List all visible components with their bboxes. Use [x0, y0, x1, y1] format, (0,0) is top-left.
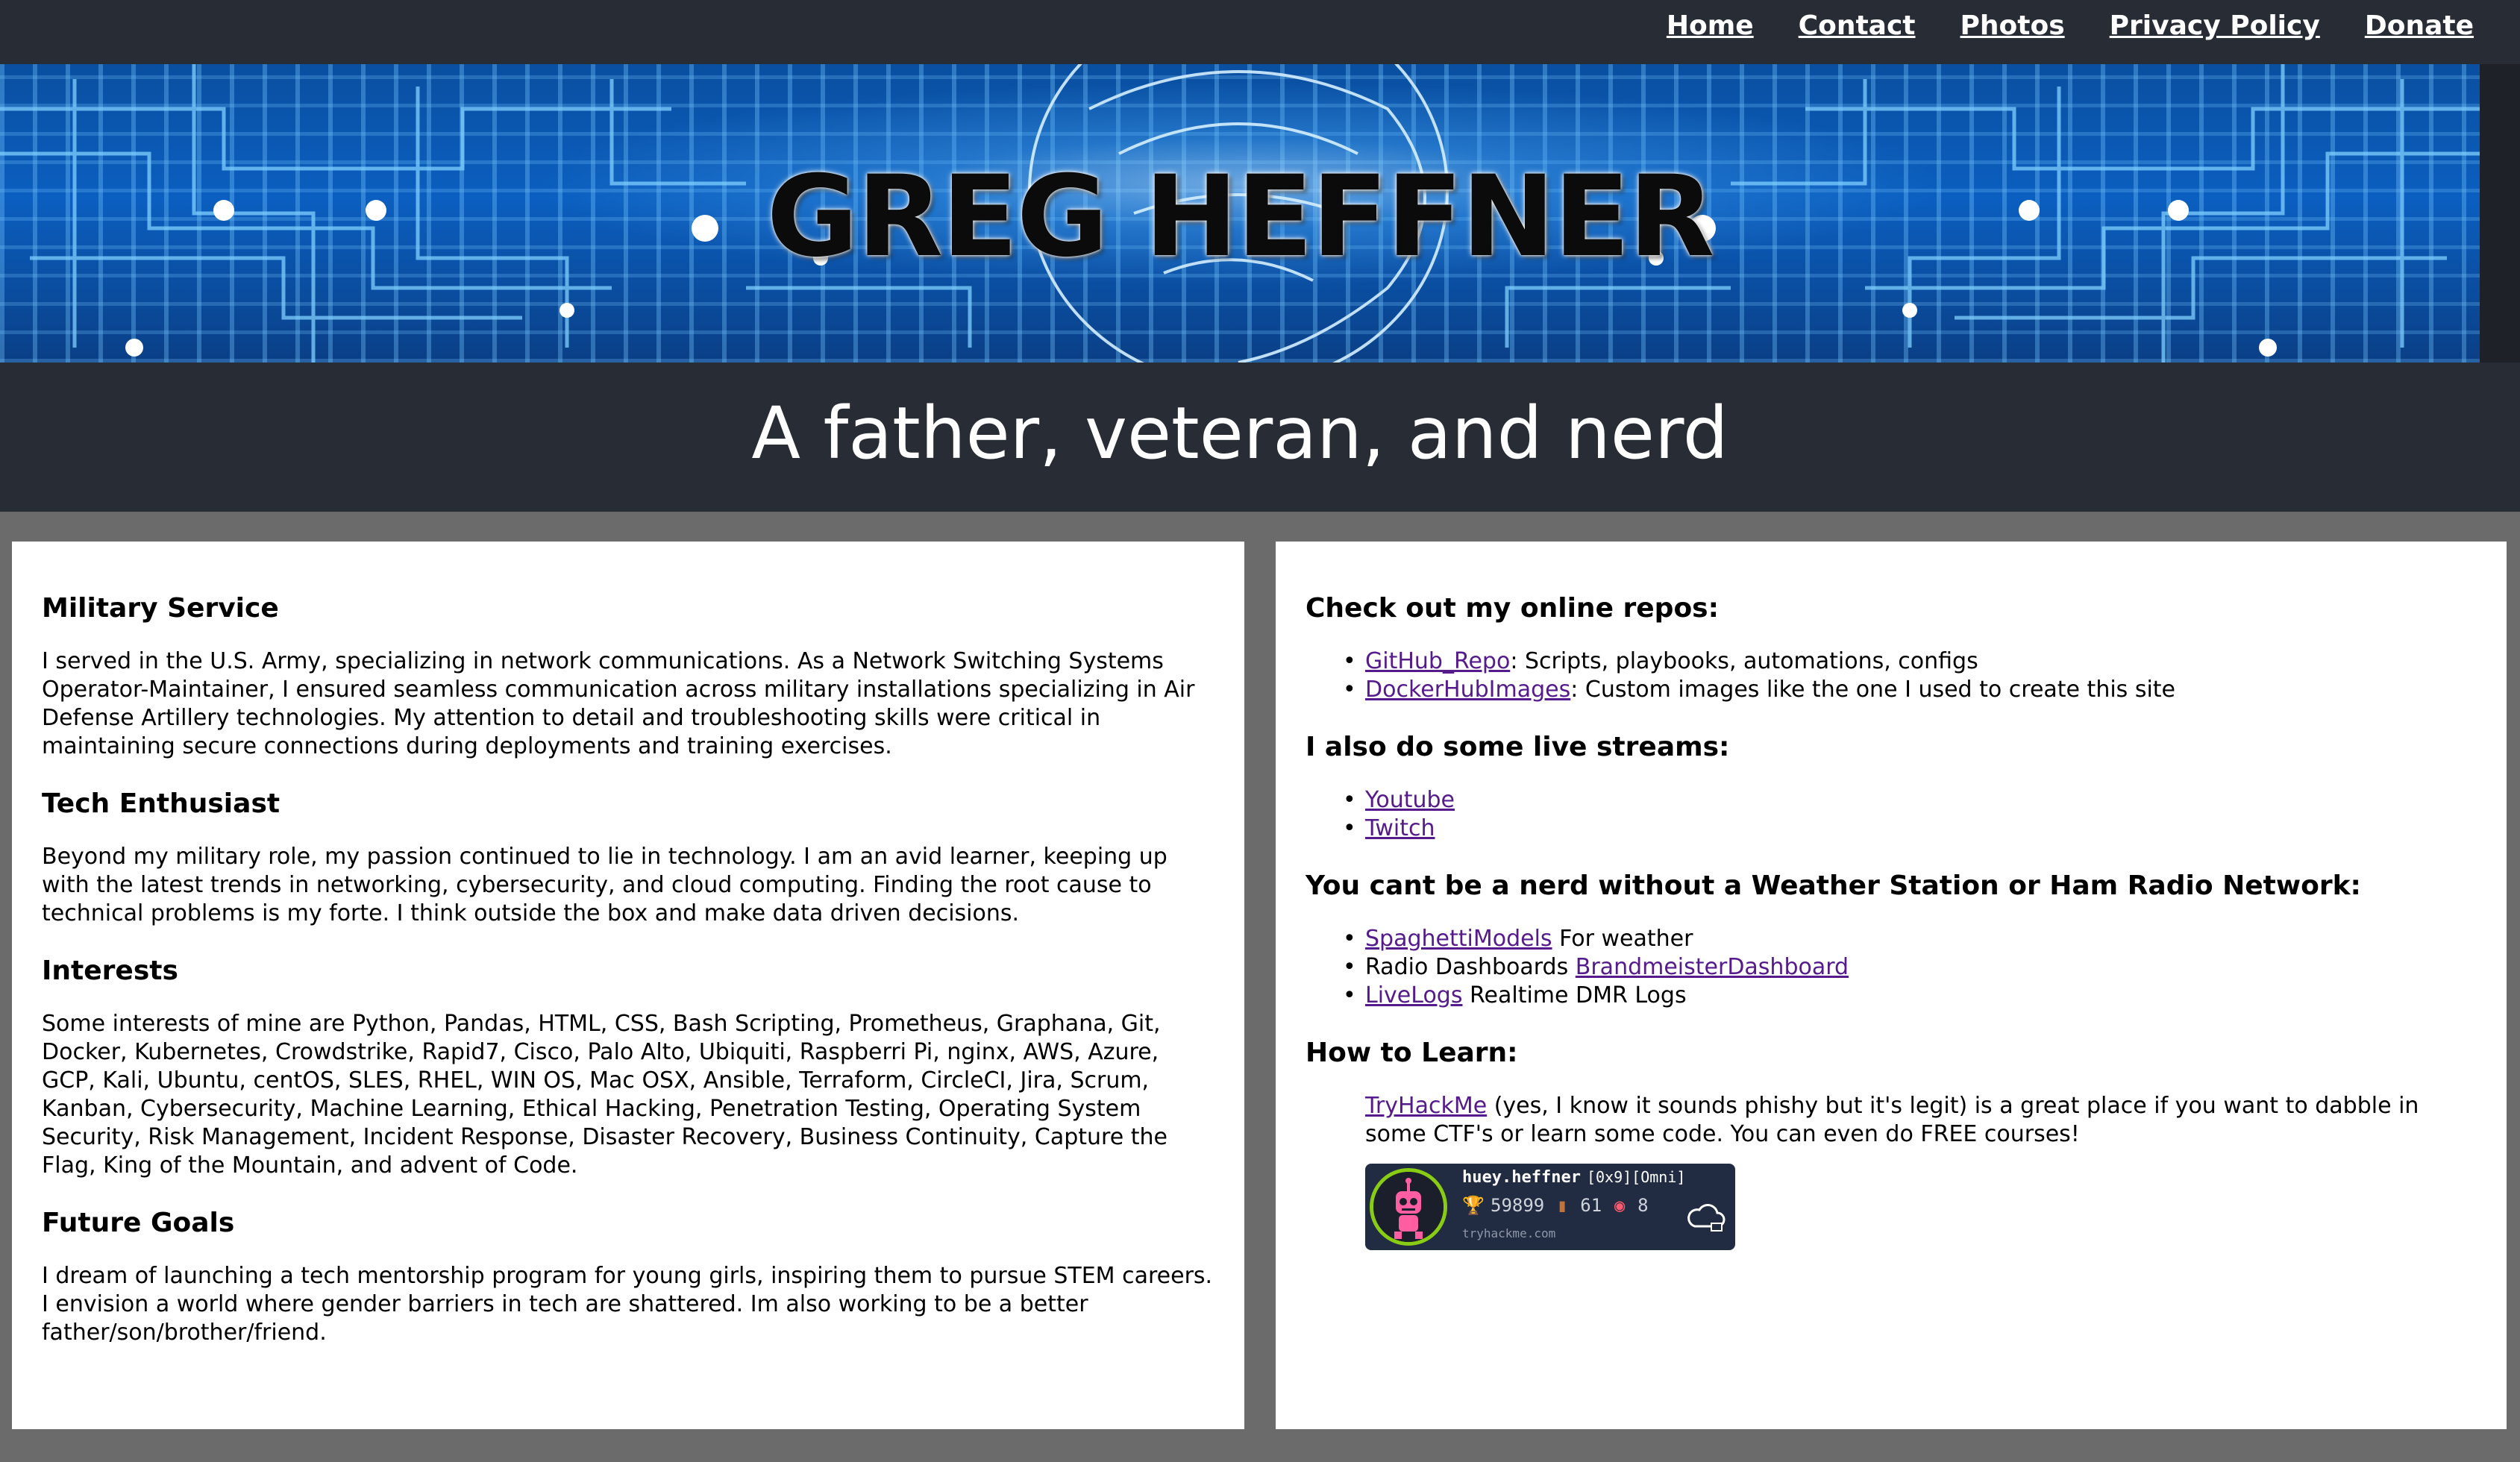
live-logs-description: Realtime DMR Logs — [1462, 982, 1687, 1008]
tech-enthusiast-text: Beyond my military role, my passion cont… — [42, 844, 1167, 926]
list-item: DockerHubImages: Custom images like the … — [1343, 676, 2477, 704]
tech-enthusiast-heading: Tech Enthusiast — [42, 788, 280, 819]
streams-list: Youtube Twitch — [1306, 786, 2477, 843]
list-item: SpaghettiModels For weather — [1343, 925, 2477, 953]
list-item: LiveLogs Realtime DMR Logs — [1343, 982, 2477, 1010]
site-tagline: A father, veteran, and nerd — [751, 392, 1728, 475]
live-logs-link[interactable]: LiveLogs — [1365, 982, 1462, 1008]
tryhackme-profile-badge[interactable]: huey.heffner [0x9][Omni] 🏆 59899 ▮ 61 ◉ 8… — [1365, 1164, 1735, 1250]
youtube-link[interactable]: Youtube — [1365, 787, 1455, 813]
github-repo-description: : Scripts, playbooks, automations, confi… — [1510, 648, 1978, 674]
repos-heading: Check out my online repos: — [1306, 593, 1720, 624]
brandmeister-dashboard-link[interactable]: BrandmeisterDashboard — [1576, 954, 1849, 980]
weather-radio-list: SpaghettiModels For weather Radio Dashbo… — [1306, 925, 2477, 1010]
dockerhub-images-link[interactable]: DockerHubImages — [1365, 677, 1570, 703]
badge-username-text: huey.heffner — [1462, 1168, 1581, 1187]
spaghetti-models-description: For weather — [1552, 926, 1693, 952]
radio-dashboards-label: Radio Dashboards — [1365, 954, 1576, 980]
military-service-heading: Military Service — [42, 593, 279, 624]
list-item: Twitch — [1343, 815, 2477, 843]
streams-heading: I also do some live streams: — [1306, 732, 1730, 762]
future-goals-text: I dream of launching a tech mentorship p… — [42, 1263, 1213, 1346]
header-banner-image: GREG HEFFNER — [0, 64, 2480, 363]
future-goals-heading: Future Goals — [42, 1208, 235, 1238]
top-navigation-bar: Home Contact Photos Privacy Policy Donat… — [0, 0, 2520, 64]
nav-contact-link[interactable]: Contact — [1799, 7, 1916, 45]
nav-photos-link[interactable]: Photos — [1960, 7, 2065, 45]
about-panel: Military Service I served in the U.S. Ar… — [12, 542, 1244, 1429]
spaghetti-models-link[interactable]: SpaghettiModels — [1365, 926, 1552, 952]
tryhackme-description: (yes, I know it sounds phishy but it's l… — [1365, 1093, 2419, 1147]
badge-rank: [0x9][Omni] — [1586, 1168, 1686, 1186]
badge-stats: 🏆 59899 ▮ 61 ◉ 8 — [1462, 1195, 1649, 1216]
tagline-bar: A father, veteran, and nerd — [0, 363, 2520, 512]
badge-site: tryhackme.com — [1462, 1226, 1556, 1240]
nav-home-link[interactable]: Home — [1667, 7, 1754, 45]
list-item: GitHub_Repo: Scripts, playbooks, automat… — [1343, 647, 2477, 676]
nav-links: Home Contact Photos Privacy Policy Donat… — [1667, 7, 2474, 45]
interests-text: Some interests of mine are Python, Panda… — [42, 1011, 1167, 1179]
tryhackme-link[interactable]: TryHackMe — [1365, 1093, 1487, 1119]
list-item: Youtube — [1343, 786, 2477, 815]
list-item: Radio Dashboards BrandmeisterDashboard — [1343, 953, 2477, 982]
pink-robot-avatar-icon — [1370, 1168, 1447, 1246]
trophy-icon: 🏆 — [1462, 1195, 1485, 1216]
badge-points: 59899 — [1491, 1195, 1545, 1216]
badge-badges: 8 — [1637, 1195, 1649, 1216]
badge-username: huey.heffner [0x9][Omni] — [1462, 1168, 1685, 1187]
content-area: Military Service I served in the U.S. Ar… — [0, 512, 2520, 1462]
military-service-text: I served in the U.S. Army, specializing … — [42, 648, 1195, 759]
how-to-learn-heading: How to Learn: — [1306, 1038, 1518, 1068]
links-panel: Check out my online repos: GitHub_Repo: … — [1276, 542, 2507, 1429]
site-title: GREG HEFFNER — [766, 152, 1715, 282]
cloud-icon — [1687, 1204, 1726, 1232]
interests-heading: Interests — [42, 956, 178, 986]
weather-radio-heading: You cant be a nerd without a Weather Sta… — [1306, 870, 2361, 901]
nav-privacy-policy-link[interactable]: Privacy Policy — [2110, 7, 2320, 45]
nav-donate-link[interactable]: Donate — [2365, 7, 2474, 45]
door-icon: ▮ — [1557, 1195, 1568, 1216]
how-to-learn-text: TryHackMe (yes, I know it sounds phishy … — [1306, 1092, 2477, 1149]
github-repo-link[interactable]: GitHub_Repo — [1365, 648, 1510, 674]
badge-rooms: 61 — [1580, 1195, 1602, 1216]
target-icon: ◉ — [1614, 1195, 1626, 1216]
dockerhub-images-description: : Custom images like the one I used to c… — [1570, 677, 2176, 703]
repos-list: GitHub_Repo: Scripts, playbooks, automat… — [1306, 647, 2477, 704]
twitch-link[interactable]: Twitch — [1365, 815, 1435, 841]
